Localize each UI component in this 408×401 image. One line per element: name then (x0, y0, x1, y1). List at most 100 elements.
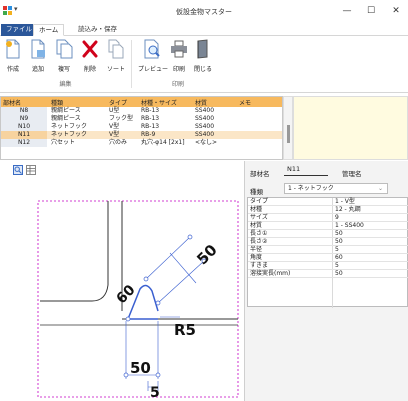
property-value[interactable]: 5 (335, 262, 339, 270)
property-key: サイズ (250, 214, 268, 221)
preview-button[interactable]: プレビュー (138, 39, 169, 73)
cell-name: N10 (1, 123, 47, 131)
cell-name: N12 (1, 139, 47, 147)
maximize-button[interactable]: ☐ (361, 4, 381, 18)
printer-icon (171, 40, 187, 58)
group-print-label: 印刷 (171, 81, 184, 88)
table-row[interactable]: N10 ネットフック V型 RB-13 SS400 (1, 123, 282, 131)
add-label: 追加 (31, 66, 44, 73)
property-value[interactable]: 5 (335, 246, 339, 254)
admin-name-label: 管理名 (342, 170, 362, 178)
cell-type: 穴のみ (109, 139, 128, 146)
property-row[interactable]: 材種 12 - 丸鋼 (248, 206, 408, 214)
property-key: 材質 (250, 222, 263, 229)
table-row[interactable]: N8 親綱ピース U型 RB-13 SS400 (1, 107, 282, 115)
copy-label: 複写 (57, 66, 70, 73)
property-value[interactable]: 50 (335, 230, 343, 238)
property-value[interactable]: 12 - 丸鋼 (335, 206, 361, 214)
cell-spec: RB-9 (141, 131, 156, 138)
kind-select[interactable]: 1 - ネットフック ⌄ (284, 183, 388, 194)
col-spec-header: 材種・サイズ (141, 100, 177, 107)
property-grid: タイプ 1 - V型 材種 12 - 丸鋼 サイズ 9 材質 1 - SS400 長さ①… (247, 197, 408, 308)
table-row-selected[interactable]: N11 ネットフック V型 RB-9 SS400 (1, 131, 282, 139)
part-list-table: 部材名 種類 タイプ 材種・サイズ 材質 メモ N8 親綱ピース U型 RB-1… (0, 96, 283, 160)
table-header: 部材名 種類 タイプ 材種・サイズ 材質 メモ (1, 97, 282, 107)
list-scrollbar[interactable] (283, 96, 293, 160)
property-row[interactable]: 溶接実長(mm) 50 (248, 270, 408, 278)
cell-type: V型 (109, 131, 120, 138)
add-button[interactable]: 追加 (27, 39, 49, 73)
col-kind-header: 種類 (51, 100, 64, 107)
dim-handle[interactable] (187, 234, 193, 240)
title-bar: ▾ 仮設金物マスター — ☐ ✕ (0, 0, 408, 22)
minimize-button[interactable]: — (337, 4, 357, 18)
property-key: 材種 (250, 206, 263, 213)
cell-name: N11 (1, 131, 47, 139)
cell-kind: 穴セット (51, 139, 76, 146)
chevron-down-icon: ⌄ (377, 185, 383, 192)
property-row[interactable]: サイズ 9 (248, 214, 408, 222)
dim-handle[interactable] (125, 316, 131, 322)
property-value[interactable]: 50 (335, 238, 343, 246)
delete-label: 削除 (83, 66, 96, 73)
table-row[interactable]: N12 穴セット 穴のみ 丸穴-φ14 [2x1] <なし> (1, 139, 282, 147)
property-value[interactable]: 60 (335, 254, 343, 262)
dim-handle[interactable] (123, 372, 129, 378)
property-value[interactable]: 1 - V型 (335, 198, 355, 206)
memo-area[interactable] (293, 96, 408, 160)
cell-type: V型 (109, 123, 120, 130)
cell-name: N8 (1, 107, 47, 115)
dim-handle[interactable] (143, 276, 149, 282)
tab-load-save[interactable]: 読込み・保存 (73, 24, 122, 36)
property-value[interactable]: 50 (335, 270, 343, 278)
dim-lines-diagonal (145, 236, 205, 304)
property-value[interactable]: 9 (335, 214, 339, 222)
dim-handle[interactable] (155, 372, 161, 378)
new-doc-icon (6, 39, 20, 59)
dim-handle[interactable] (155, 300, 161, 306)
member-outline (40, 201, 109, 302)
part-name-input[interactable]: N11 (284, 165, 328, 176)
print-button[interactable]: 印刷 (168, 39, 190, 73)
dim-gap: 5 (150, 385, 160, 401)
cell-kind: 親綱ピース (51, 115, 81, 122)
kind-label: 種類 (250, 188, 263, 196)
tab-file[interactable]: ファイル (1, 24, 37, 36)
dim-radius: R5 (174, 321, 196, 339)
part-name-label: 部材名 (250, 170, 270, 178)
member-outline-right (121, 201, 238, 320)
copy-icon (56, 39, 73, 59)
cell-type: U型 (109, 107, 120, 114)
add-doc-icon (31, 39, 45, 59)
drawing-panel: 50 60 R5 50 5 (0, 161, 245, 401)
property-key: 長さ② (250, 238, 268, 245)
copy-button[interactable]: 複写 (53, 39, 75, 73)
preview-label: プレビュー (138, 66, 169, 73)
cell-material: SS400 (195, 131, 215, 138)
part-drawing: 50 60 R5 50 5 (37, 200, 239, 401)
sort-label: ソート (106, 66, 125, 73)
cell-type: フック型 (109, 115, 134, 122)
property-row[interactable]: タイプ 1 - V型 (248, 198, 408, 206)
scrollbar-thumb[interactable] (287, 125, 290, 143)
property-key: タイプ (250, 198, 269, 205)
cell-spec: RB-13 (141, 115, 160, 122)
property-row[interactable]: 角度 60 (248, 254, 408, 262)
property-row[interactable]: 長さ② 50 (248, 238, 408, 246)
property-key: 角度 (250, 254, 263, 261)
cell-material: <なし> (195, 139, 218, 146)
close-button[interactable]: 閉じる (192, 39, 214, 73)
tab-home[interactable]: ホーム (33, 24, 65, 36)
sort-button[interactable]: ソート (105, 39, 127, 73)
property-row[interactable]: すきま 5 (248, 262, 408, 270)
cell-material: SS400 (195, 123, 215, 130)
property-row[interactable]: 材質 1 - SS400 (248, 222, 408, 230)
table-row[interactable]: N9 親綱ピース フック型 RB-13 SS400 (1, 115, 282, 123)
property-row[interactable]: 長さ① 50 (248, 230, 408, 238)
create-button[interactable]: 作成 (2, 39, 24, 73)
col-material-header: 材質 (195, 100, 208, 107)
close-window-button[interactable]: ✕ (386, 4, 406, 18)
property-value[interactable]: 1 - SS400 (335, 222, 364, 230)
property-row[interactable]: 半径 5 (248, 246, 408, 254)
delete-button[interactable]: 削除 (79, 39, 101, 73)
